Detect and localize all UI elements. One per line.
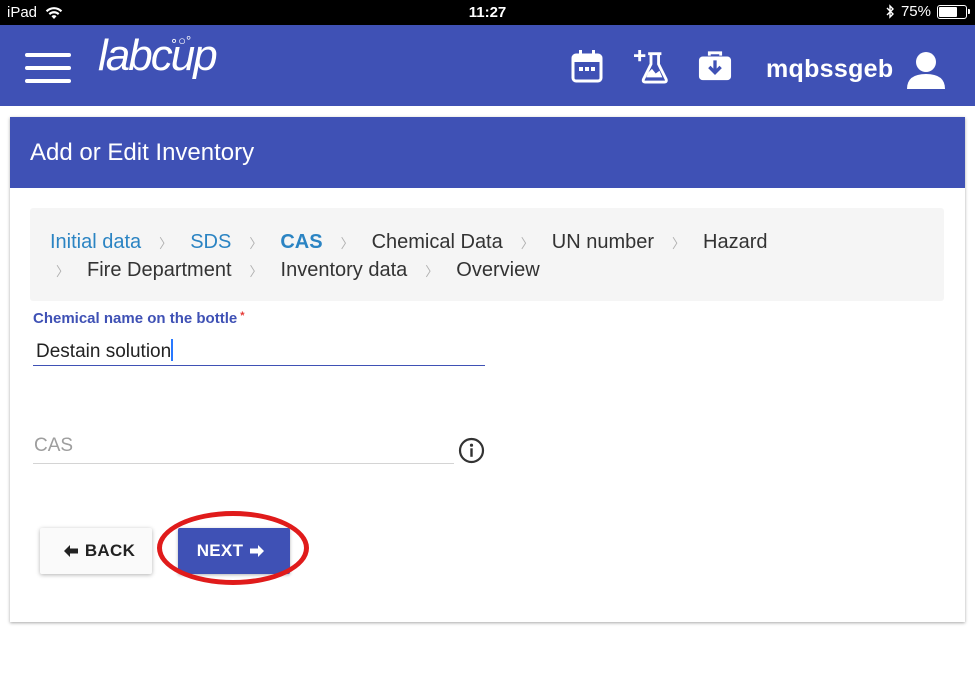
chevron-right-icon: 〉: [249, 236, 263, 251]
crumb-chemical-data[interactable]: Chemical Data: [372, 231, 503, 254]
app-header: labcup ∘○° mqbssgeb: [0, 25, 975, 106]
chemical-name-value: Destain solution: [36, 341, 172, 362]
calendar-icon[interactable]: [570, 47, 604, 85]
breadcrumb: Initial data 〉 SDS 〉 CAS 〉 Chemical Data…: [30, 208, 944, 301]
chevron-right-icon: 〉: [249, 264, 263, 279]
arrow-left-icon: [63, 544, 79, 558]
hamburger-menu-icon[interactable]: [25, 53, 71, 85]
breadcrumb-row-2: 〉 Fire Department 〉 Inventory data 〉 Ove…: [56, 259, 540, 282]
arrow-right-icon: [249, 544, 265, 558]
chevron-right-icon: 〉: [520, 236, 534, 251]
info-icon[interactable]: [458, 437, 485, 464]
required-mark: *: [240, 310, 245, 322]
page-title: Add or Edit Inventory: [10, 117, 965, 188]
next-button[interactable]: NEXT: [178, 528, 290, 574]
labcup-logo[interactable]: labcup ∘○°: [98, 31, 218, 81]
logo-text: labcup: [98, 31, 218, 80]
crumb-hazard[interactable]: Hazard: [703, 231, 767, 254]
crumb-initial-data[interactable]: Initial data: [50, 231, 141, 254]
chevron-right-icon: 〉: [672, 236, 686, 251]
flask-add-icon[interactable]: [634, 47, 668, 85]
text-caret: [171, 339, 174, 361]
back-button[interactable]: BACK: [40, 528, 152, 574]
cas-placeholder: CAS: [34, 435, 74, 456]
chemical-name-label: Chemical name on the bottle *: [33, 310, 244, 327]
chemical-name-input[interactable]: Destain solution: [33, 336, 485, 366]
crumb-cas[interactable]: CAS: [280, 231, 322, 254]
chevron-right-icon: 〉: [340, 236, 354, 251]
header-actions: [570, 47, 762, 85]
crumb-un-number[interactable]: UN number: [552, 231, 654, 254]
back-label: BACK: [84, 541, 136, 560]
chemical-name-label-text: Chemical name on the bottle: [33, 310, 238, 327]
crumb-sds[interactable]: SDS: [190, 231, 231, 254]
bluetooth-icon: [886, 4, 894, 19]
logo-bubbles-icon: ∘○°: [170, 33, 192, 48]
status-right: 75%: [886, 3, 970, 20]
battery-icon: [937, 4, 970, 19]
user-icon[interactable]: [905, 49, 947, 91]
breadcrumb-row-1: Initial data 〉 SDS 〉 CAS 〉 Chemical Data…: [50, 231, 768, 254]
inventory-card: Add or Edit Inventory Initial data 〉 SDS…: [10, 117, 965, 622]
cas-input[interactable]: CAS: [33, 431, 454, 464]
crumb-overview[interactable]: Overview: [456, 259, 539, 282]
briefcase-download-icon[interactable]: [698, 47, 732, 85]
ios-status-bar: iPad 11:27 75%: [0, 0, 975, 25]
crumb-inventory-data[interactable]: Inventory data: [281, 259, 408, 282]
chevron-right-icon: 〉: [159, 236, 173, 251]
crumb-fire-department[interactable]: Fire Department: [87, 259, 232, 282]
chevron-right-icon: 〉: [56, 264, 70, 279]
clock: 11:27: [468, 4, 507, 21]
next-label: NEXT: [196, 541, 244, 560]
battery-percent: 75%: [900, 3, 931, 20]
username[interactable]: mqbssgeb: [766, 55, 893, 84]
chevron-right-icon: 〉: [425, 264, 439, 279]
